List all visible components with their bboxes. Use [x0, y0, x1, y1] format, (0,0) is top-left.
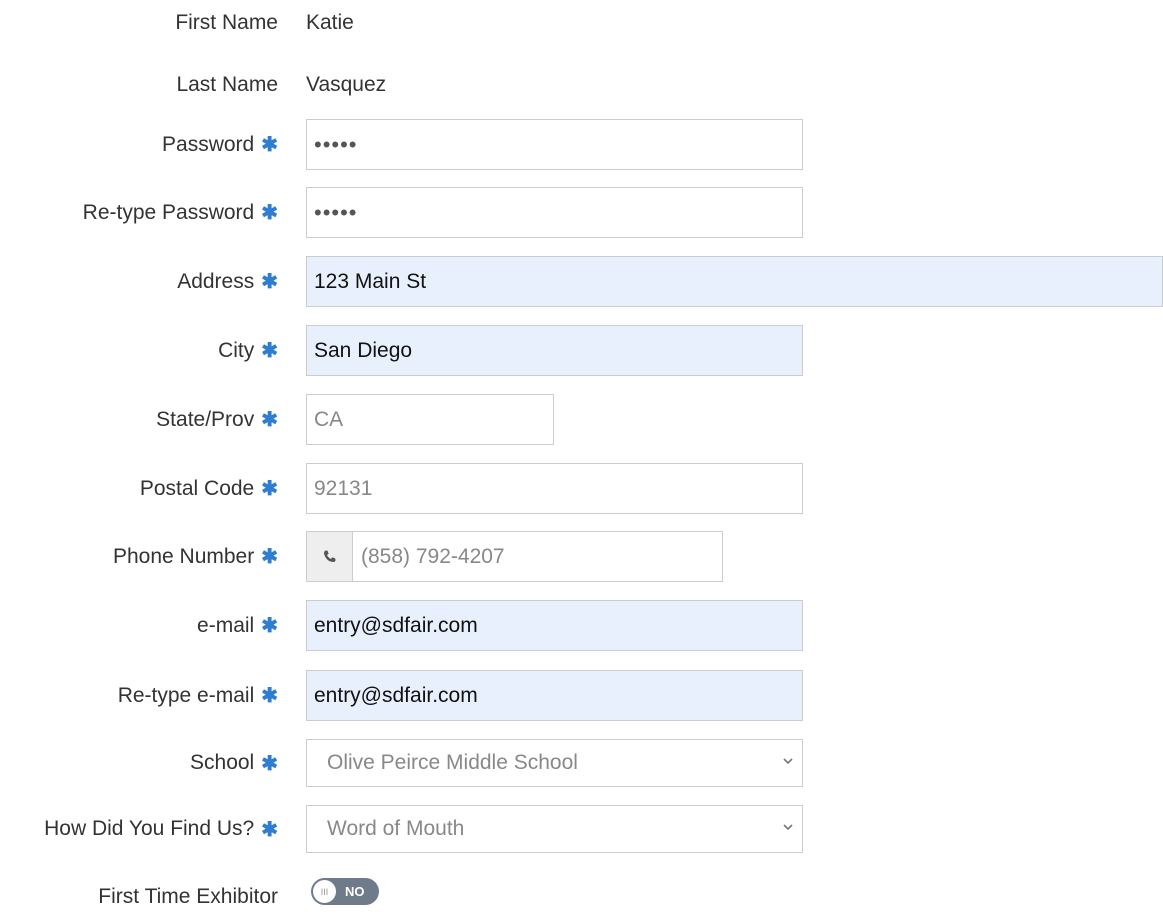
- password-label: Password: [162, 132, 255, 156]
- retype-email-label-wrap: Re-type e-mail ✱: [118, 670, 278, 721]
- postal-label-wrap: Postal Code ✱: [140, 463, 278, 514]
- required-icon: ✱: [261, 271, 278, 293]
- first-name-row: First Name Katie: [0, 0, 1163, 45]
- password-input[interactable]: •••••: [306, 119, 803, 170]
- found-us-select[interactable]: Word of Mouth: [306, 805, 803, 853]
- required-icon: ✱: [261, 752, 278, 775]
- required-icon: ✱: [261, 202, 278, 224]
- required-icon: ✱: [261, 409, 278, 431]
- email-label-wrap: e-mail ✱: [197, 600, 278, 651]
- chevron-down-icon: [782, 754, 794, 770]
- email-input[interactable]: entry@sdfair.com: [306, 600, 803, 651]
- required-icon: ✱: [261, 615, 278, 637]
- school-label: School: [190, 751, 255, 774]
- toggle-state-text: NO: [345, 884, 365, 899]
- address-label-wrap: Address ✱: [177, 256, 278, 307]
- school-select-value: Olive Peirce Middle School: [327, 751, 578, 774]
- retype-email-input[interactable]: entry@sdfair.com: [306, 670, 803, 721]
- found-us-label-wrap: How Did You Find Us? ✱: [44, 805, 278, 853]
- retype-email-row: Re-type e-mail ✱ entry@sdfair.com: [0, 670, 1163, 721]
- school-select[interactable]: Olive Peirce Middle School: [306, 739, 803, 787]
- found-us-row: How Did You Find Us? ✱ Word of Mouth: [0, 805, 1163, 853]
- phone-input-group: (858) 792-4207: [306, 531, 723, 582]
- phone-icon: [307, 532, 353, 581]
- required-icon: ✱: [261, 685, 278, 707]
- postal-row: Postal Code ✱ 92131: [0, 463, 1163, 514]
- last-name-label: Last Name: [176, 72, 278, 96]
- required-icon: ✱: [261, 818, 278, 841]
- password-label-wrap: Password ✱: [162, 119, 278, 170]
- phone-input[interactable]: (858) 792-4207: [353, 532, 722, 581]
- first-time-label: First Time Exhibitor: [98, 884, 278, 908]
- address-row: Address ✱ 123 Main St: [0, 256, 1163, 307]
- address-input[interactable]: 123 Main St: [306, 256, 1163, 307]
- city-label-wrap: City ✱: [218, 325, 278, 376]
- state-input[interactable]: CA: [306, 394, 554, 445]
- city-input[interactable]: San Diego: [306, 325, 803, 376]
- first-name-label: First Name: [175, 10, 278, 34]
- city-row: City ✱ San Diego: [0, 325, 1163, 376]
- school-row: School ✱ Olive Peirce Middle School: [0, 739, 1163, 787]
- retype-password-row: Re-type Password ✱ •••••: [0, 187, 1163, 238]
- postal-label: Postal Code: [139, 476, 255, 500]
- address-label: Address: [177, 269, 255, 293]
- required-icon: ✱: [261, 478, 278, 500]
- email-row: e-mail ✱ entry@sdfair.com: [0, 600, 1163, 651]
- first-name-value: Katie: [306, 10, 354, 34]
- retype-password-label-wrap: Re-type Password ✱: [83, 187, 278, 238]
- retype-password-input[interactable]: •••••: [306, 187, 803, 238]
- last-name-value: Vasquez: [306, 72, 387, 96]
- last-name-row: Last Name Vasquez: [0, 62, 1163, 107]
- phone-row: Phone Number ✱ (858) 792-4207: [0, 531, 1163, 582]
- postal-input[interactable]: 92131: [306, 463, 803, 514]
- required-icon: ✱: [261, 134, 278, 156]
- phone-label: Phone Number: [112, 544, 255, 568]
- first-time-row: First Time Exhibitor III NO: [0, 874, 1163, 919]
- required-icon: ✱: [261, 546, 278, 568]
- found-us-label: How Did You Find Us?: [44, 817, 255, 840]
- password-row: Password ✱ •••••: [0, 119, 1163, 170]
- retype-email-label: Re-type e-mail: [117, 683, 255, 707]
- city-label: City: [218, 338, 255, 362]
- state-row: State/Prov ✱ CA: [0, 394, 1163, 445]
- retype-password-label: Re-type Password: [82, 200, 255, 224]
- required-icon: ✱: [261, 340, 278, 362]
- state-label-wrap: State/Prov ✱: [156, 394, 278, 445]
- state-label: State/Prov: [156, 407, 255, 431]
- toggle-knob: III: [313, 880, 336, 903]
- found-us-select-value: Word of Mouth: [327, 817, 465, 840]
- email-label: e-mail: [197, 613, 255, 637]
- school-label-wrap: School ✱: [190, 739, 278, 787]
- first-time-toggle[interactable]: III NO: [311, 878, 379, 905]
- chevron-down-icon: [782, 820, 794, 836]
- phone-label-wrap: Phone Number ✱: [113, 531, 278, 582]
